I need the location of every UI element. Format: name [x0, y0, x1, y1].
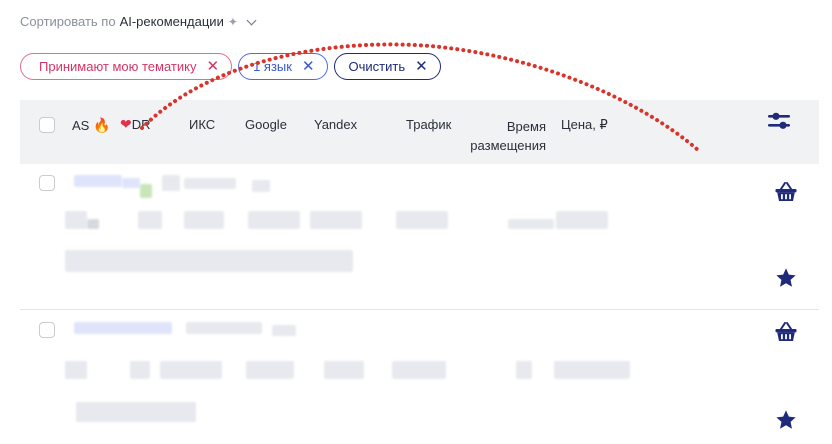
metric-yandex-redacted — [324, 361, 364, 379]
heart-icon: ❤ — [120, 116, 132, 132]
basket-icon[interactable] — [775, 182, 797, 202]
basket-icon[interactable] — [775, 322, 797, 342]
sort-prefix: Сортировать по — [20, 14, 116, 29]
table-header: AS 🔥 ❤DR ИКС Google Yandex Трафик Время … — [20, 100, 819, 164]
column-google[interactable]: Google — [245, 117, 287, 132]
redacted-block — [122, 178, 140, 188]
redacted-block — [272, 325, 296, 336]
column-time-line1: Время — [506, 119, 546, 134]
metric-iks-redacted — [184, 211, 224, 229]
table-row[interactable] — [20, 164, 819, 309]
metric-google-redacted — [246, 361, 294, 379]
clear-filters-label: Очистить — [348, 59, 406, 74]
sort-selector[interactable]: Сортировать по AI-рекомендации ✦ — [20, 14, 257, 29]
site-name-redacted — [74, 175, 122, 187]
column-dr-label: DR — [131, 117, 151, 132]
select-all-checkbox[interactable] — [39, 117, 55, 133]
metric-iks-redacted — [160, 361, 222, 379]
star-icon[interactable] — [775, 409, 797, 431]
metric-dr-redacted — [130, 361, 150, 379]
site-name-redacted — [74, 322, 172, 334]
column-iks[interactable]: ИКС — [189, 117, 215, 132]
redacted-block — [140, 184, 152, 198]
close-icon[interactable]: ✕ — [415, 59, 428, 74]
flame-icon: 🔥 — [92, 117, 111, 133]
column-as-label: AS — [72, 118, 90, 133]
filter-chip-topic[interactable]: Принимают мою тематику ✕ — [20, 53, 233, 80]
redacted-block — [87, 219, 99, 229]
sparkle-icon: ✦ — [227, 14, 238, 29]
row-checkbox[interactable] — [39, 322, 55, 338]
metric-dr-redacted — [138, 211, 162, 229]
metric-as-redacted — [65, 211, 87, 229]
star-icon[interactable] — [775, 267, 797, 289]
metric-price-redacted — [556, 211, 608, 229]
column-time-line2: размещения — [470, 138, 546, 153]
column-as[interactable]: AS 🔥 — [72, 117, 110, 134]
sort-value[interactable]: AI-рекомендации — [120, 14, 224, 29]
metric-time-redacted — [516, 361, 532, 379]
table-row[interactable] — [20, 310, 819, 444]
active-filters: Принимают мою тематику ✕ 1 язык ✕ Очисти… — [20, 53, 441, 80]
description-redacted — [76, 402, 196, 422]
column-price[interactable]: Цена, ₽ — [561, 117, 608, 133]
metric-price-redacted — [554, 361, 630, 379]
column-yandex[interactable]: Yandex — [314, 117, 357, 132]
chevron-down-icon[interactable] — [246, 15, 257, 25]
metric-google-redacted — [248, 211, 300, 229]
metric-as-redacted — [65, 361, 87, 379]
metric-traffic-redacted — [392, 361, 446, 379]
redacted-block — [162, 175, 180, 191]
redacted-block — [186, 322, 262, 334]
close-icon[interactable]: ✕ — [206, 59, 219, 74]
clear-filters-button[interactable]: Очистить ✕ — [333, 53, 441, 80]
redacted-block — [252, 180, 270, 192]
column-traffic[interactable]: Трафик — [406, 117, 451, 132]
metric-traffic-redacted — [396, 211, 448, 229]
close-icon[interactable]: ✕ — [302, 59, 315, 74]
filter-chip-label: 1 язык — [253, 59, 292, 74]
description-redacted — [65, 250, 353, 272]
metric-time-redacted — [508, 219, 554, 229]
metric-yandex-redacted — [310, 211, 362, 229]
filter-chip-label: Принимают мою тематику — [39, 59, 197, 74]
sliders-icon[interactable] — [767, 110, 791, 132]
column-placement-time[interactable]: Время размещения — [466, 117, 546, 155]
redacted-block — [184, 178, 236, 189]
column-dr[interactable]: ❤DR — [120, 116, 151, 133]
row-checkbox[interactable] — [39, 175, 55, 191]
filter-chip-language[interactable]: 1 язык ✕ — [238, 53, 328, 80]
